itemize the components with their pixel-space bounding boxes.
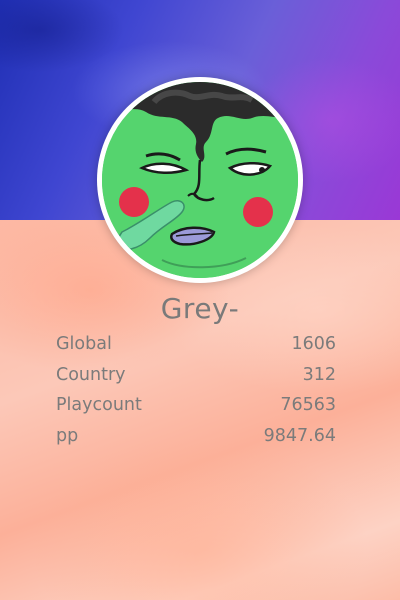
profile-card: Grey- Global 1606 Country 312 Playcount … xyxy=(0,0,400,600)
stat-value: 312 xyxy=(302,364,336,385)
stat-value: 76563 xyxy=(280,395,336,415)
stat-label: Playcount xyxy=(56,395,142,415)
stat-row-country: Country 312 xyxy=(56,362,336,393)
avatar[interactable] xyxy=(102,82,298,278)
stat-row-global: Global 1606 xyxy=(56,331,336,362)
stat-value: 1606 xyxy=(291,334,336,354)
username: Grey- xyxy=(160,292,240,325)
stats-list: Global 1606 Country 312 Playcount 76563 … xyxy=(56,331,336,453)
stat-row-playcount: Playcount 76563 xyxy=(56,392,336,423)
stat-label: Country xyxy=(56,364,126,385)
avatar-image xyxy=(102,82,298,278)
stat-value: 9847.64 xyxy=(263,425,336,446)
stat-label: pp xyxy=(56,425,79,446)
stat-label: Global xyxy=(56,334,112,354)
stat-row-pp: pp 9847.64 xyxy=(56,423,336,454)
